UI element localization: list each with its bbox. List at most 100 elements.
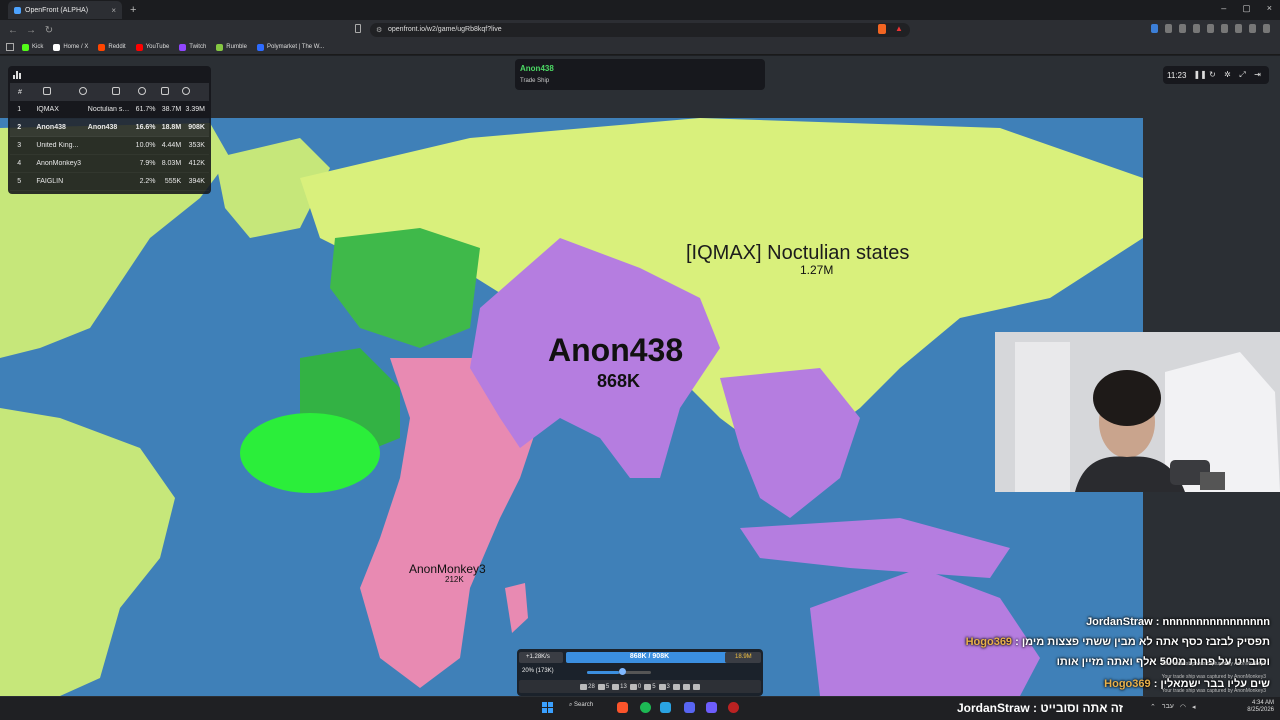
port-build-button[interactable]: 5 — [597, 683, 610, 690]
atom-bomb-icon[interactable] — [672, 683, 680, 690]
troops-cell: 3.39M — [185, 106, 205, 113]
discord-icon[interactable] — [684, 702, 695, 713]
leaderboard-row[interactable]: 3 United King... 10.0% 4.44M 353K — [10, 137, 209, 155]
world-map[interactable] — [0, 118, 1143, 696]
extension-icon[interactable] — [1235, 24, 1242, 33]
bookmark-item[interactable]: Polymarket | The W... — [256, 43, 324, 51]
attack-ratio-label: 20% (173K) — [522, 668, 554, 674]
rank-column-header[interactable]: # — [10, 89, 30, 96]
mirv-icon[interactable] — [692, 683, 700, 690]
chat-message: Hogo369 : תפסיק לבזבז כסף אתה לא מבין שש… — [966, 636, 1270, 648]
menu-icon[interactable] — [1263, 24, 1270, 33]
missile-silo-build-button[interactable]: 13 — [612, 683, 627, 690]
replay-icon[interactable]: ↻ — [1208, 71, 1216, 79]
owned-percent-cell: 61.7% — [135, 106, 156, 113]
chat-text: תפסיק לבזבז כסף אתה לא מבין ששתי פצצות מ… — [1021, 636, 1270, 648]
close-tab-icon[interactable]: × — [111, 6, 116, 15]
game-viewport[interactable]: [IQMAX] Noctulian states 1.27M Anon438 8… — [0, 56, 1280, 697]
spotify-icon[interactable] — [640, 702, 651, 713]
windows-start-icon[interactable] — [542, 702, 553, 713]
defense-post-build-button[interactable]: 0 — [629, 683, 641, 690]
reload-icon[interactable]: ↻ — [44, 25, 54, 36]
leaderboard-row[interactable]: 4 AnonMonkey3 7.9% 8.03M 412K — [10, 155, 209, 173]
system-tray: ⌃ עבר ◠ ◂ — [1150, 703, 1196, 711]
site-info-icon[interactable]: ⚙ — [376, 26, 382, 34]
leaderboard-panel: # 1 IQMAX Noctulian st... 61.7% 38.7M 3.39M 2 A… — [8, 66, 211, 194]
troop-rate: +1.28K/s — [519, 652, 563, 663]
settings-icon[interactable]: ✲ — [1223, 71, 1231, 79]
bookmark-label: YouTube — [145, 44, 170, 50]
url-text: openfront.io/w2/game/ugRb8kqf?live — [388, 26, 502, 33]
bright-green-region — [240, 413, 380, 493]
taskbar-search[interactable]: ⌕ Search — [569, 702, 593, 709]
extension-icon[interactable] — [1207, 24, 1214, 33]
bookmark-item[interactable]: Home / X — [53, 43, 89, 51]
attack-ratio-slider-handle[interactable] — [619, 668, 626, 675]
bookmark-item[interactable]: Twitch — [179, 43, 206, 51]
url-field[interactable]: ⚙ openfront.io/w2/game/ugRb8kqf?live — [370, 23, 910, 37]
trash-icon[interactable] — [30, 87, 64, 97]
warship-build-button[interactable]: 3 — [658, 683, 670, 690]
player-name-cell: AnonMonkey3 — [36, 160, 82, 167]
bookmark-item[interactable]: Reddit — [98, 43, 126, 51]
chevron-up-icon[interactable]: ⌃ — [1150, 703, 1156, 711]
brave-browser-icon[interactable] — [617, 702, 628, 713]
rank-cell: 4 — [17, 160, 22, 167]
player-name-cell: United King... — [36, 142, 79, 149]
fullscreen-icon[interactable]: ⤢ — [1238, 71, 1246, 79]
extension-icon[interactable] — [1165, 24, 1172, 33]
close-window-button[interactable]: × — [1267, 3, 1272, 14]
wifi-icon[interactable]: ◠ — [1180, 703, 1186, 711]
bookmark-item[interactable]: YouTube — [135, 43, 170, 51]
clock[interactable]: 4:34 AM 8/25/2026 — [1247, 700, 1274, 714]
forward-arrow-icon[interactable]: → — [26, 25, 36, 36]
pause-icon[interactable]: ❚❚ — [1193, 71, 1206, 79]
extension-icon[interactable] — [1179, 24, 1186, 33]
bookmark-icon[interactable] — [355, 24, 361, 33]
chat-separator: : — [1150, 678, 1161, 690]
gold-icon[interactable] — [130, 87, 154, 97]
bookmark-item[interactable]: Rumble — [216, 43, 247, 51]
settings-gear-icon[interactable] — [176, 87, 196, 97]
volume-icon[interactable]: ◂ — [1192, 703, 1196, 711]
obs-icon[interactable] — [728, 702, 739, 713]
extension-icon[interactable] — [1221, 24, 1228, 33]
extension-icon[interactable] — [1249, 24, 1256, 33]
city-build-button[interactable]: 28 — [580, 683, 595, 690]
leaderboard-row[interactable]: 1 IQMAX Noctulian st... 61.7% 38.7M 3.39M — [10, 101, 209, 119]
hydrogen-bomb-icon[interactable] — [682, 683, 690, 690]
build-count: 5 — [605, 683, 610, 690]
telegram-icon[interactable] — [660, 702, 671, 713]
capture-notice: Your trade ship was captured by AnonMonk… — [1161, 674, 1266, 680]
chat-username: JordanStraw — [1086, 616, 1153, 628]
brave-shield-icon[interactable] — [878, 24, 886, 34]
player-icon[interactable] — [64, 87, 102, 97]
bookmark-item[interactable]: Kick — [22, 43, 43, 51]
exit-icon[interactable]: ⇥ — [1253, 71, 1261, 79]
openfront-favicon-icon — [14, 6, 21, 14]
event-notification[interactable]: Anon438 Trade Ship — [515, 59, 765, 90]
chat-username: Hogo369 — [1104, 678, 1151, 690]
leaderboard-row[interactable]: 2 Anon438 Anon438 16.6% 18.8M 908K — [10, 119, 209, 137]
minimize-button[interactable]: – — [1221, 3, 1226, 14]
app-icon[interactable] — [706, 702, 717, 713]
bookmark-label: Home / X — [63, 44, 89, 50]
troops-cell: 908K — [188, 124, 205, 131]
rank-cell: 2 — [17, 124, 22, 131]
leaderboard-chart-icon[interactable] — [13, 71, 22, 79]
new-tab-button[interactable]: + — [130, 4, 136, 16]
troop-count: 868K / 908K — [629, 653, 670, 660]
extension-icon[interactable] — [1193, 24, 1200, 33]
maximize-button[interactable]: ▢ — [1242, 3, 1251, 14]
browser-tab[interactable]: OpenFront (ALPHA) × — [8, 1, 122, 19]
sam-build-button[interactable]: 5 — [644, 683, 656, 690]
player-name-cell: IQMAX — [36, 106, 59, 113]
leaderboard-row[interactable]: 5 FAIGLIN 2.2% 555K 394K — [10, 173, 209, 191]
back-arrow-icon[interactable]: ← — [8, 25, 18, 36]
apps-grid-icon[interactable] — [6, 43, 14, 51]
sort-owned-icon[interactable] — [102, 87, 130, 97]
brave-rewards-icon[interactable]: ▲ — [895, 24, 903, 33]
extension-icon[interactable] — [1151, 24, 1158, 33]
lang-indicator[interactable]: עבר — [1162, 703, 1174, 711]
troops-sort-icon[interactable] — [154, 87, 176, 97]
